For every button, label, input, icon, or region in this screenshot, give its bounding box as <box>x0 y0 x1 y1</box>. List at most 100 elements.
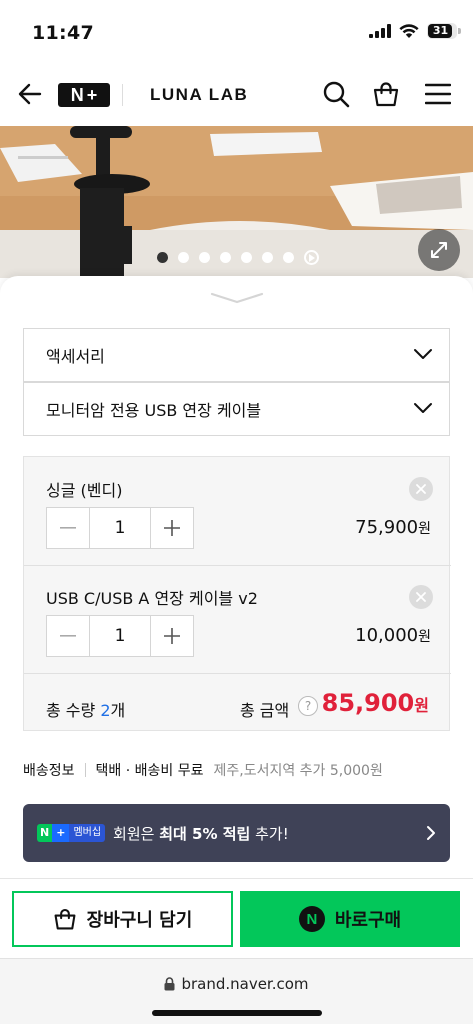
option-price-value: 10,000 <box>355 625 419 646</box>
logo-plus: + <box>86 85 98 105</box>
menu-button[interactable] <box>420 76 456 112</box>
carousel-dot[interactable] <box>178 252 189 263</box>
shopping-bag-icon <box>54 908 76 930</box>
sheet-collapse-handle[interactable] <box>210 290 264 309</box>
buy-now-button[interactable]: N 바로구매 <box>240 891 460 947</box>
carousel-dot[interactable] <box>283 252 294 263</box>
quantity-stepper: 1 <box>46 507 194 549</box>
plus-icon <box>164 628 180 644</box>
brand-name[interactable]: LUNA LAB <box>150 85 248 105</box>
product-select[interactable]: 모니터암 전용 USB 연장 케이블 <box>23 382 450 436</box>
close-icon <box>416 592 426 602</box>
increase-button[interactable] <box>151 508 193 548</box>
badge-plus: + <box>52 824 70 842</box>
buy-now-label: 바로구매 <box>334 910 402 931</box>
selected-options-panel: 싱글 (벤디) 1 75,900원 USB C/USB A 연장 케이블 v2 <box>23 456 451 731</box>
expand-image-button[interactable] <box>418 229 460 271</box>
divider <box>24 673 451 674</box>
shopping-bag-icon <box>373 82 399 107</box>
wifi-icon <box>399 23 419 38</box>
carousel-dot[interactable] <box>262 252 273 263</box>
app-header: N + LUNA LAB <box>0 62 473 126</box>
promo-text-bold: 최대 5% 적립 <box>159 824 251 843</box>
help-icon[interactable]: ? <box>298 696 318 716</box>
carousel-dot[interactable] <box>199 252 210 263</box>
shipping-extra-fee: 제주,도서지역 추가 5,000원 <box>213 763 383 779</box>
lock-icon <box>164 977 175 991</box>
option-price: 10,000원 <box>355 625 431 646</box>
chevron-down-icon <box>210 292 264 304</box>
plus-icon <box>164 520 180 536</box>
minus-icon <box>60 635 76 637</box>
expand-icon <box>431 242 447 258</box>
quantity-stepper: 1 <box>46 615 194 657</box>
url-text: brand.naver.com <box>181 975 309 993</box>
back-arrow-icon <box>18 83 42 105</box>
badge-n: N <box>37 824 53 842</box>
badge-text: 멤버십 <box>69 824 106 842</box>
search-button[interactable] <box>318 76 354 112</box>
total-quantity-label: 총 수량 <box>46 701 96 720</box>
product-image-carousel[interactable] <box>0 126 473 278</box>
divider <box>84 763 86 777</box>
product-select-value: 모니터암 전용 USB 연장 케이블 <box>46 401 262 420</box>
promo-text-pre: 회원은 <box>113 824 160 843</box>
carousel-play-icon[interactable] <box>304 250 319 265</box>
status-bar: 11:47 31 <box>0 0 473 62</box>
remove-option-button[interactable] <box>409 585 433 609</box>
shipping-label: 배송정보 <box>23 763 75 779</box>
carousel-dot[interactable] <box>157 252 168 263</box>
chevron-down-icon <box>414 349 432 359</box>
naver-pay-icon: N <box>298 906 325 932</box>
back-button[interactable] <box>12 76 48 112</box>
total-quantity-value: 2 <box>100 701 111 720</box>
total-quantity-unit: 개 <box>110 701 126 720</box>
total-amount-label: 총 금액 <box>240 701 290 720</box>
menu-icon <box>425 83 451 105</box>
purchase-option-sheet: 액세서리 모니터암 전용 USB 연장 케이블 싱글 (벤디) 1 75,900… <box>0 276 473 878</box>
chevron-down-icon <box>414 403 432 413</box>
chevron-right-icon <box>427 826 435 840</box>
carousel-dot[interactable] <box>220 252 231 263</box>
cart-button[interactable] <box>368 76 404 112</box>
status-icons: 31 <box>369 23 461 39</box>
home-indicator[interactable] <box>152 1010 322 1016</box>
header-divider <box>122 84 123 106</box>
divider <box>24 565 451 566</box>
total-amount-value: 85,900 <box>321 689 415 717</box>
total-quantity: 총 수량 2개 <box>46 697 125 721</box>
minus-icon <box>60 527 76 529</box>
status-time: 11:47 <box>32 22 94 44</box>
promo-text-post: 추가! <box>250 824 289 843</box>
option-name: USB C/USB A 연장 케이블 v2 <box>46 589 258 608</box>
total-amount-unit: 원 <box>414 696 429 715</box>
decrease-button[interactable] <box>47 508 89 548</box>
quantity-value[interactable]: 1 <box>89 616 151 656</box>
close-icon <box>416 484 426 494</box>
add-to-cart-label: 장바구니 담기 <box>86 910 193 931</box>
logo-n: N <box>70 85 84 105</box>
option-price: 75,900원 <box>355 517 431 538</box>
purchase-action-bar: 장바구니 담기 N 바로구매 <box>0 878 473 958</box>
option-price-unit: 원 <box>418 629 431 645</box>
url-display[interactable]: brand.naver.com <box>0 975 473 993</box>
add-to-cart-button[interactable]: 장바구니 담기 <box>12 891 233 947</box>
search-icon <box>323 81 350 108</box>
shipping-method: 택배 · 배송비 무료 <box>95 763 204 779</box>
remove-option-button[interactable] <box>409 477 433 501</box>
membership-badge: N + 멤버십 <box>37 824 106 842</box>
battery-level: 31 <box>432 24 449 37</box>
naver-plus-logo[interactable]: N + <box>58 83 110 107</box>
category-select-value: 액세서리 <box>46 347 105 366</box>
decrease-button[interactable] <box>47 616 89 656</box>
cellular-signal-icon <box>369 24 391 38</box>
option-price-unit: 원 <box>418 521 431 537</box>
battery-icon: 31 <box>427 23 461 39</box>
membership-promo-banner[interactable]: N + 멤버십 회원은 최대 5% 적립 추가! <box>23 804 450 862</box>
carousel-dot[interactable] <box>241 252 252 263</box>
increase-button[interactable] <box>151 616 193 656</box>
category-select[interactable]: 액세서리 <box>23 328 450 382</box>
option-price-value: 75,900 <box>355 517 419 538</box>
quantity-value[interactable]: 1 <box>89 508 151 548</box>
option-name: 싱글 (벤디) <box>46 481 123 500</box>
